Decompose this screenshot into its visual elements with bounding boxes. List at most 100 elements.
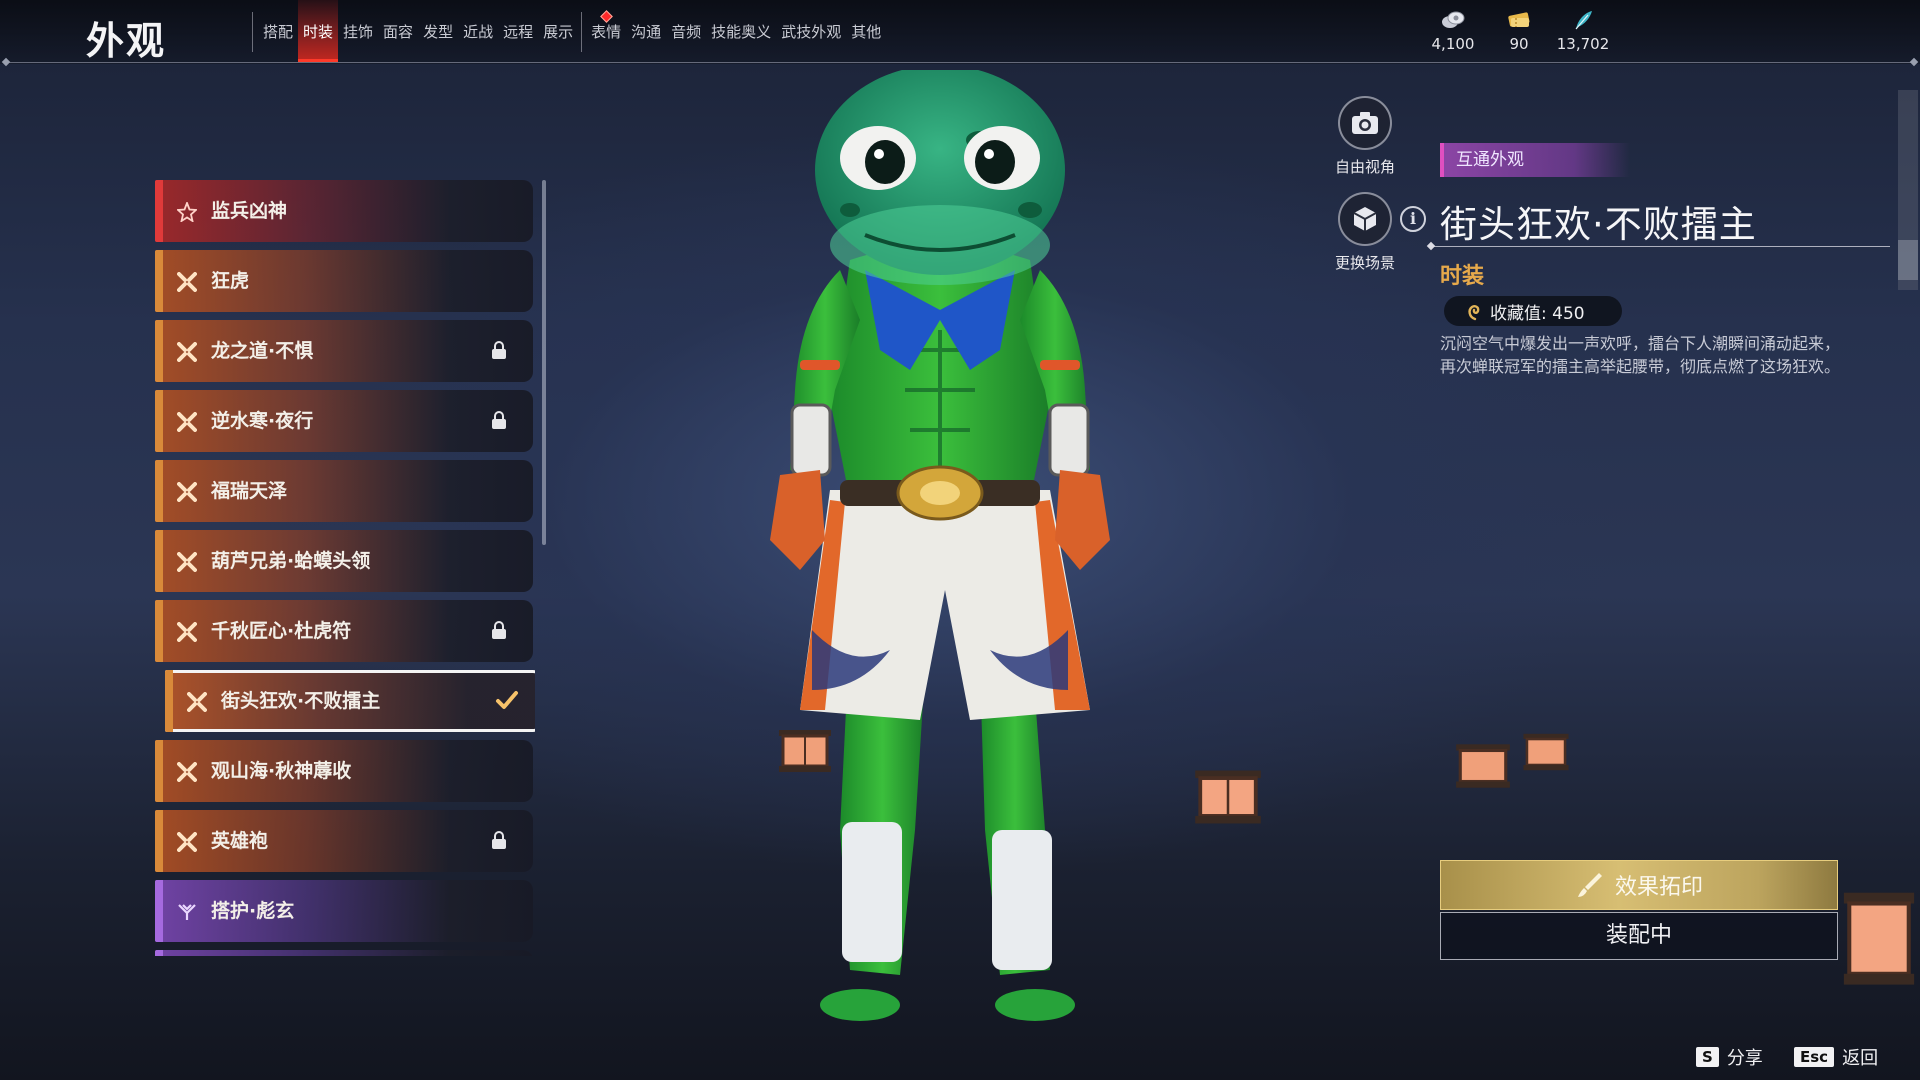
list-item[interactable]: 搭护·彪玄 xyxy=(155,880,533,942)
list-item-label: 英雄袍 xyxy=(211,830,269,852)
share-label: 分享 xyxy=(1726,1048,1763,1069)
share-hint[interactable]: S 分享 xyxy=(1696,1044,1763,1070)
back-hint[interactable]: Esc 返回 xyxy=(1794,1044,1878,1070)
rarity-petal-icon xyxy=(177,762,197,782)
tab-emote[interactable]: 表情 xyxy=(586,0,626,62)
rarity-stripe xyxy=(155,320,163,382)
rarity-stripe xyxy=(155,180,163,242)
rarity-chevron-icon xyxy=(178,904,196,920)
rarity-petal-icon xyxy=(177,832,197,852)
detail-scrollbar-thumb[interactable] xyxy=(1898,240,1918,280)
list-item[interactable]: 龙之道·不惧 xyxy=(155,320,533,382)
feather-icon xyxy=(1575,11,1592,30)
currency-coins[interactable]: 4,100 xyxy=(1418,10,1488,53)
effect-imprint-button[interactable]: 效果拓印 xyxy=(1440,860,1838,910)
tab-communicate[interactable]: 沟通 xyxy=(626,0,666,62)
free-view-button[interactable]: 自由视角 xyxy=(1325,96,1405,177)
tab-face[interactable]: 面容 xyxy=(378,0,418,62)
list-item[interactable]: 逆水寒·夜行 xyxy=(155,390,533,452)
item-category: 时装 xyxy=(1440,264,1485,289)
tab-fashion[interactable]: 时装 xyxy=(298,0,339,62)
checkmark-icon xyxy=(496,691,518,709)
top-bar-divider xyxy=(6,62,1914,63)
ticket-icon xyxy=(1508,12,1530,27)
floating-lantern-icon xyxy=(1195,770,1261,824)
top-bar: 外观 搭配 时装 挂饰 面容 发型 近战 远程 展示 表情 沟通 音频 技能奥义… xyxy=(0,0,1920,64)
list-item[interactable]: 监兵凶神 xyxy=(155,180,533,242)
item-description: 沉闷空气中爆发出一声欢呼，擂台下人潮瞬间涌动起来，再次蝉联冠军的擂主高举起腰带，… xyxy=(1440,334,1841,376)
rarity-petal-icon xyxy=(177,622,197,642)
rarity-stripe xyxy=(155,740,163,802)
list-item-label: 监兵凶神 xyxy=(211,200,288,222)
list-item[interactable]: 狂虎 xyxy=(155,250,533,312)
page-title: 外观 xyxy=(86,19,167,63)
rarity-stripe xyxy=(155,460,163,522)
tab-ranged[interactable]: 远程 xyxy=(498,0,538,62)
title-divider xyxy=(1432,246,1890,247)
coin-stack-icon xyxy=(1442,11,1465,28)
info-icon[interactable]: i xyxy=(1400,206,1426,232)
back-key: Esc xyxy=(1794,1047,1835,1067)
tab-accessory[interactable]: 挂饰 xyxy=(338,0,378,62)
currency-tickets-value: 90 xyxy=(1509,35,1529,53)
detail-scrollbar[interactable] xyxy=(1898,90,1918,290)
collection-swirl-icon xyxy=(1468,305,1480,321)
tab-bar: 搭配 时装 挂饰 面容 发型 近战 远程 展示 表情 沟通 音频 技能奥义 武技… xyxy=(258,0,886,62)
rarity-petal-icon xyxy=(177,342,197,362)
outfit-list[interactable]: 监兵凶神 狂虎 龙之道·不惧 逆水寒·夜行 福瑞天泽 葫芦兄弟·蛤蟆头领 千秋匠… xyxy=(155,180,535,956)
notification-badge xyxy=(600,10,613,23)
tab-display[interactable]: 展示 xyxy=(538,0,578,62)
rarity-stripe xyxy=(155,810,163,872)
tab-other[interactable]: 其他 xyxy=(846,0,886,62)
list-item-label: 千秋匠心·杜虎符 xyxy=(211,620,352,642)
share-key: S xyxy=(1696,1047,1719,1067)
collect-value-text: 收藏值: 450 xyxy=(1490,303,1585,324)
change-scene-button[interactable]: 更换场景 xyxy=(1325,192,1405,273)
list-item[interactable]: 葫芦兄弟·蛤蟆头领 xyxy=(155,530,533,592)
tab-melee[interactable]: 近战 xyxy=(458,0,498,62)
cube-icon xyxy=(1338,192,1392,246)
camera-icon xyxy=(1338,96,1392,150)
lock-icon xyxy=(492,411,506,429)
floating-lantern-icon xyxy=(1523,733,1569,771)
floating-lantern-icon xyxy=(1843,892,1915,985)
tab-martial-appearance[interactable]: 武技外观 xyxy=(776,0,846,62)
list-item[interactable]: 英雄袍 xyxy=(155,810,533,872)
rarity-flower-icon xyxy=(177,202,197,222)
list-item-label: 葫芦兄弟·蛤蟆头领 xyxy=(211,550,371,572)
list-item-label: 搭护·彪玄 xyxy=(211,900,295,922)
list-item-selected[interactable]: 街头狂欢·不败擂主 xyxy=(165,670,535,732)
rarity-stripe xyxy=(155,250,163,312)
list-item-label: 街头狂欢·不败擂主 xyxy=(221,690,381,712)
lock-icon xyxy=(492,341,506,359)
rarity-stripe xyxy=(155,530,163,592)
equipping-button[interactable]: 装配中 xyxy=(1440,912,1838,960)
rarity-stripe xyxy=(165,670,173,732)
tab-hair[interactable]: 发型 xyxy=(418,0,458,62)
list-item[interactable]: 千秋匠心·杜虎符 xyxy=(155,600,533,662)
list-item[interactable]: 观山海·秋神蓐收 xyxy=(155,740,533,802)
rarity-stripe xyxy=(155,390,163,452)
brush-icon xyxy=(1577,873,1602,897)
currency-feathers-value: 13,702 xyxy=(1556,35,1610,53)
item-name: 街头狂欢·不败擂主 xyxy=(1440,203,1757,246)
rarity-petal-icon xyxy=(177,482,197,502)
tab-outfit-match[interactable]: 搭配 xyxy=(258,0,298,62)
character-model[interactable] xyxy=(700,70,1180,1050)
lock-icon xyxy=(492,621,506,639)
tab-audio[interactable]: 音频 xyxy=(666,0,706,62)
list-item[interactable]: 福瑞天泽 xyxy=(155,460,533,522)
rarity-petal-icon xyxy=(177,272,197,292)
tab-divider xyxy=(252,12,253,52)
currency-tickets[interactable]: 90 xyxy=(1484,10,1554,53)
list-item-label: 龙之道·不惧 xyxy=(211,340,314,362)
tab-skill-ultimate[interactable]: 技能奥义 xyxy=(706,0,776,62)
lock-icon xyxy=(492,831,506,849)
list-scrollbar[interactable] xyxy=(542,180,546,545)
list-item-label: 狂虎 xyxy=(211,270,250,292)
list-item-partial[interactable] xyxy=(155,950,533,956)
shared-appearance-tag: 互通外观 xyxy=(1440,143,1630,177)
effect-imprint-label: 效果拓印 xyxy=(1614,875,1703,900)
rarity-petal-icon xyxy=(187,692,207,712)
currency-feathers[interactable]: 13,702 xyxy=(1548,10,1618,53)
